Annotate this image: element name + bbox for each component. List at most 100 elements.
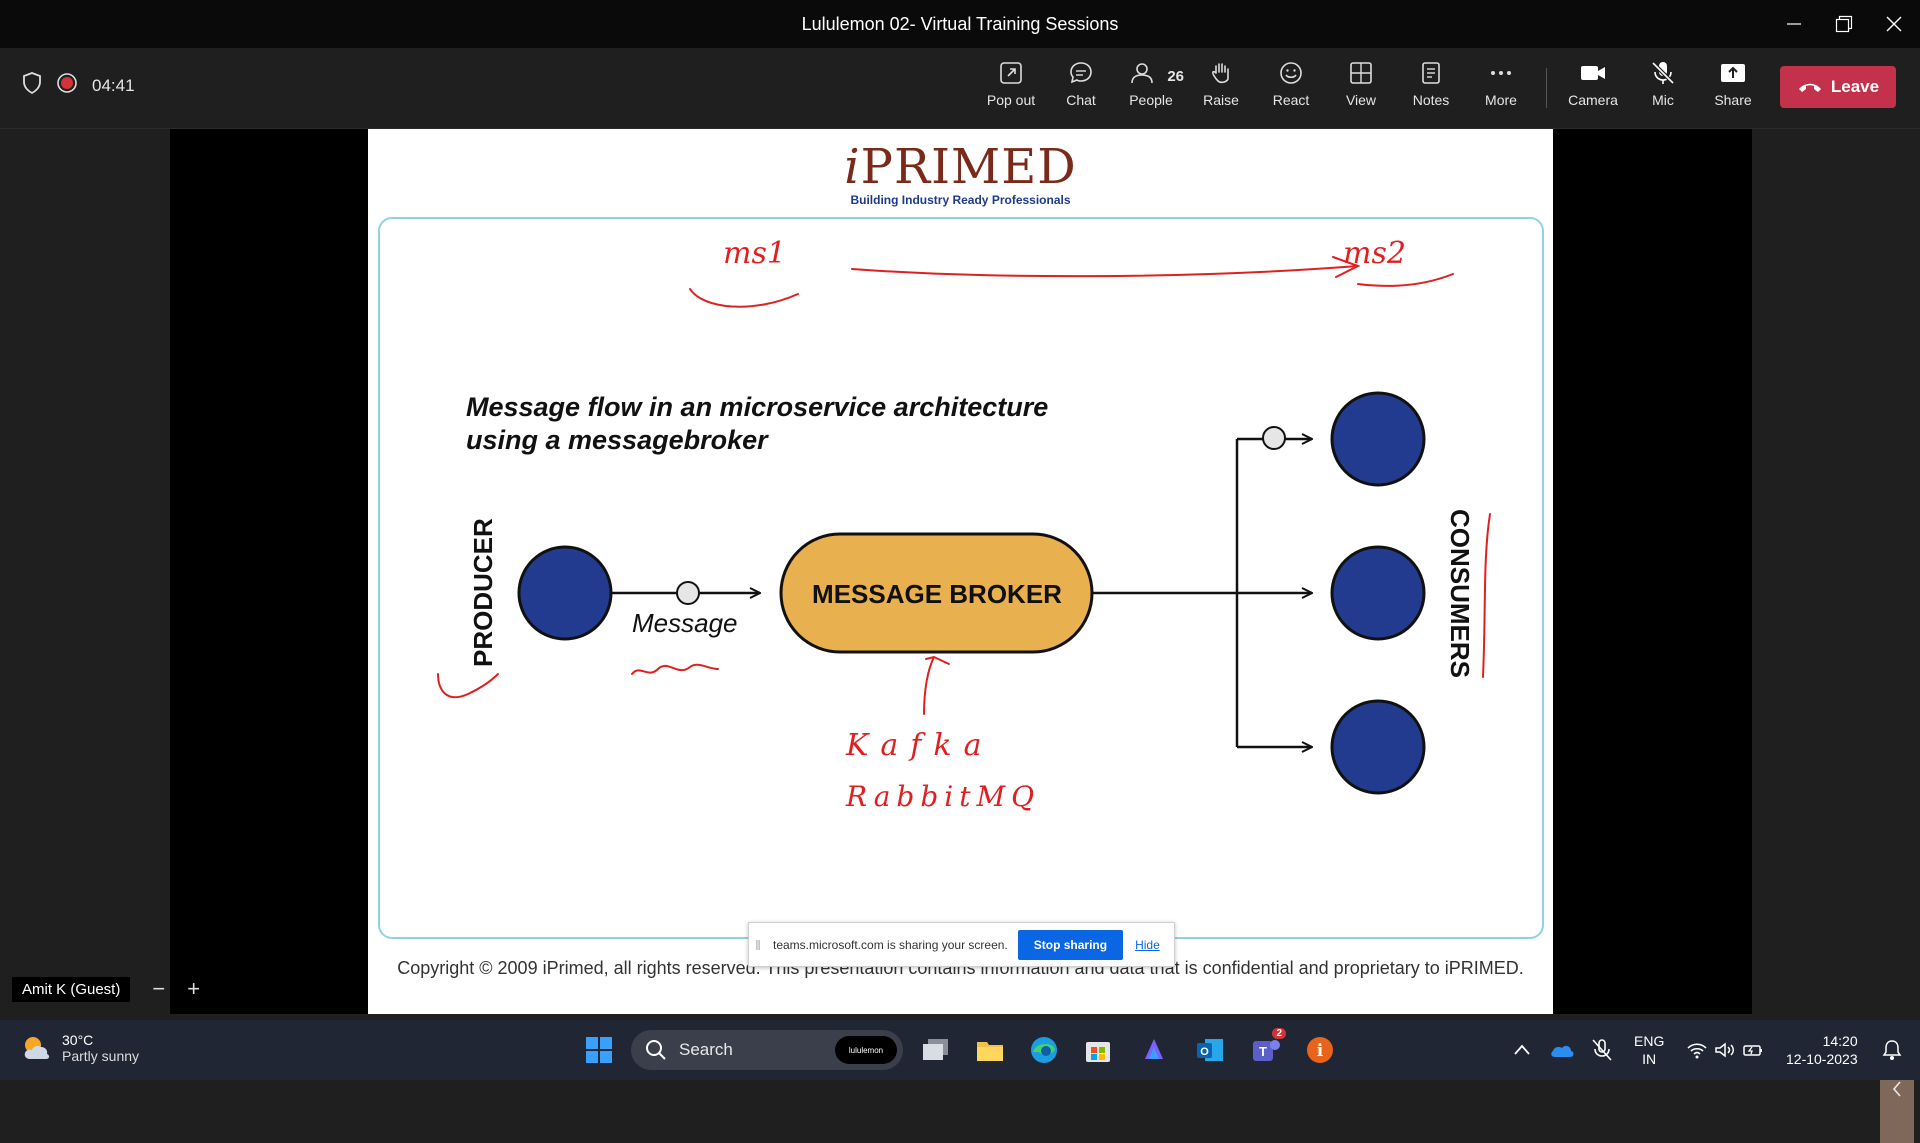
more-label: More <box>1485 92 1517 108</box>
pop-out-button[interactable]: Pop out <box>978 60 1044 122</box>
minimize-button[interactable] <box>1774 8 1814 40</box>
consumers-bracket <box>1482 513 1491 678</box>
mic-label: Mic <box>1652 92 1674 108</box>
clock[interactable]: 14:20 12-10-2023 <box>1786 1032 1858 1068</box>
notes-label: Notes <box>1412 92 1450 108</box>
people-label: People <box>1129 92 1173 108</box>
ms1-underline <box>689 288 799 308</box>
windows-logo-icon <box>586 1037 612 1063</box>
clock-date: 12-10-2023 <box>1786 1051 1858 1067</box>
people-icon <box>1130 63 1153 84</box>
presentation-slide: iPRIMED Building Industry Ready Professi… <box>368 129 1553 1014</box>
language-region: IN <box>1642 1051 1657 1067</box>
people-button[interactable]: 26 People <box>1118 60 1184 122</box>
title-bar: Lululemon 02- Virtual Training Sessions <box>0 0 1920 48</box>
annotation-kafka: Kafka <box>845 728 993 763</box>
camera-icon <box>1581 66 1605 80</box>
participant-name: Amit K (Guest) <box>12 976 131 1002</box>
sharing-message: teams.microsoft.com is sharing your scre… <box>773 937 1008 952</box>
more-icon <box>1491 71 1511 75</box>
meeting-toolbar: 04:41 Pop out Chat 26 People Raise React… <box>0 48 1920 129</box>
more-button[interactable]: More <box>1468 60 1534 122</box>
onedrive-icon[interactable] <box>1544 1032 1580 1068</box>
language-code: ENG <box>1634 1033 1665 1049</box>
shield-icon <box>22 72 42 99</box>
search-icon <box>646 1040 666 1060</box>
mic-muted-icon <box>1651 61 1675 85</box>
weather-desc: Partly sunny <box>62 1048 140 1064</box>
windows-taskbar: 30°C Partly sunny Search lululemon O T 2… <box>0 1020 1920 1080</box>
mic-muted-tray-icon[interactable] <box>1584 1032 1620 1068</box>
leave-button[interactable]: Leave <box>1780 66 1896 108</box>
consumers-label: CONSUMERS <box>1445 509 1475 678</box>
window-title: Lululemon 02- Virtual Training Sessions <box>801 14 1119 34</box>
drag-handle-icon[interactable]: ‖ <box>749 937 767 953</box>
view-label: View <box>1345 92 1377 108</box>
file-explorer-icon[interactable] <box>972 1032 1008 1068</box>
language-indicator[interactable]: ENG IN <box>1634 1032 1664 1068</box>
pop-out-icon <box>1000 62 1022 84</box>
ms1-to-ms2-arrow <box>851 265 1359 278</box>
chevron-left-icon <box>1892 1081 1901 1097</box>
close-button[interactable] <box>1874 8 1914 40</box>
view-icon <box>1350 62 1372 84</box>
start-button[interactable] <box>581 1032 617 1068</box>
chat-icon <box>1070 62 1092 84</box>
outlook-icon[interactable]: O <box>1192 1032 1228 1068</box>
mic-button[interactable]: Mic <box>1630 60 1696 122</box>
teams-badge: 2 <box>1272 1028 1286 1039</box>
ms2-underline <box>1357 273 1454 287</box>
annotation-layer: ms1 ms2 Kafka RabbitMQ <box>437 236 1491 813</box>
participant-bar: Amit K (Guest) − + <box>12 975 200 1003</box>
notes-icon <box>1422 62 1440 84</box>
producer-node <box>517 545 613 641</box>
edge-browser-icon[interactable] <box>1026 1032 1062 1068</box>
info-app-icon[interactable]: i <box>1302 1032 1338 1068</box>
system-tray-status[interactable] <box>1680 1032 1770 1068</box>
message-broker-label: MESSAGE BROKER <box>812 579 1062 609</box>
notification-icon[interactable] <box>1874 1032 1910 1068</box>
chat-button[interactable]: Chat <box>1048 60 1114 122</box>
message-dot <box>676 581 700 605</box>
copilot-icon[interactable] <box>1136 1032 1172 1068</box>
react-button[interactable]: React <box>1258 60 1324 122</box>
annotation-rabbitmq: RabbitMQ <box>845 780 1040 813</box>
message-squiggle <box>631 663 719 675</box>
smiley-icon <box>1280 62 1302 84</box>
notes-button[interactable]: Notes <box>1398 60 1464 122</box>
weather-widget[interactable]: 30°C Partly sunny <box>20 1032 139 1064</box>
teams-icon[interactable]: T 2 <box>1248 1028 1286 1068</box>
svg-text:i: i <box>1317 1041 1324 1061</box>
hand-icon <box>1212 63 1229 84</box>
message-label: Message <box>632 608 738 638</box>
stop-sharing-button[interactable]: Stop sharing <box>1017 929 1124 960</box>
volume-icon <box>1715 1042 1734 1058</box>
camera-button[interactable]: Camera <box>1560 60 1626 122</box>
react-label: React <box>1272 92 1310 108</box>
task-view-icon[interactable] <box>918 1032 954 1068</box>
raise-hand-button[interactable]: Raise <box>1188 60 1254 122</box>
share-button[interactable]: Share <box>1700 60 1766 122</box>
zoom-out-icon[interactable]: − <box>152 976 165 1002</box>
consumer-1-node <box>1330 391 1426 487</box>
zoom-in-icon[interactable]: + <box>187 976 200 1002</box>
consumer-1-message-dot <box>1262 426 1286 450</box>
producer-label: PRODUCER <box>468 518 498 667</box>
hang-up-icon <box>1798 83 1821 92</box>
architecture-diagram: PRODUCER Message MESSAGE BROKER CONSUMER… <box>437 236 1491 813</box>
svg-text:O: O <box>1200 1046 1209 1058</box>
shared-screen-stage: iPRIMED Building Industry Ready Professi… <box>0 129 1920 1143</box>
screen-sharing-bar: ‖ teams.microsoft.com is sharing your sc… <box>748 922 1175 967</box>
meeting-timer: 04:41 <box>92 75 135 95</box>
chevron-up-icon[interactable] <box>1504 1032 1540 1068</box>
search-label: Search <box>679 1040 733 1059</box>
people-count: 26 <box>1167 67 1184 85</box>
microsoft-store-icon[interactable] <box>1080 1032 1116 1068</box>
camera-label: Camera <box>1568 92 1618 108</box>
toolbar-divider <box>1546 68 1547 108</box>
hide-link[interactable]: Hide <box>1135 938 1160 952</box>
view-button[interactable]: View <box>1328 60 1394 122</box>
taskbar-search[interactable]: Search lululemon <box>631 1030 903 1070</box>
weather-temp: 30°C <box>62 1032 94 1048</box>
restore-button[interactable] <box>1824 8 1864 40</box>
